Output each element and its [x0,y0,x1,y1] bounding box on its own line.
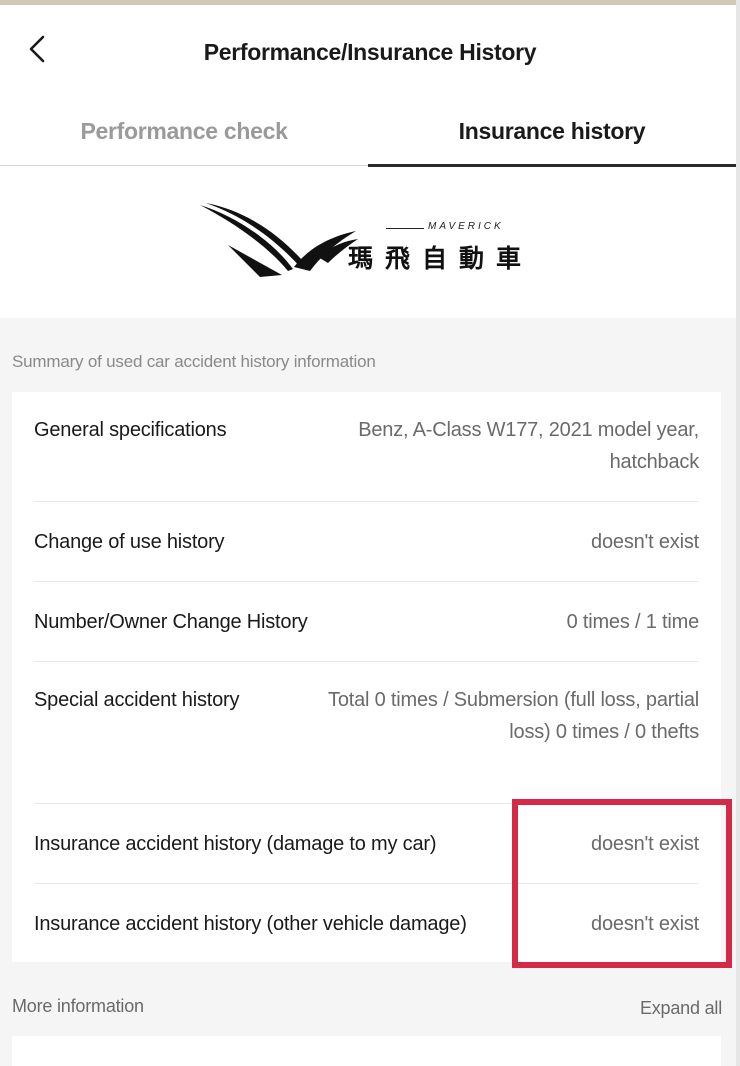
dealer-logo: MAVERICK 瑪飛自動車 [0,166,736,318]
logo-chinese-text: 瑪飛自動車 [348,244,534,273]
row-label: Special accident history [34,689,240,711]
row-label: Number/Owner Change History [34,610,308,633]
row-label: Change of use history [34,530,225,553]
summary-section-label: Summary of used car accident history inf… [12,352,376,371]
summary-row: Special accident history Total 0 times /… [34,662,699,804]
more-information-label: More information [12,996,144,1016]
summary-row: General specifications Benz, A-Class W17… [34,392,699,502]
row-value: 0 times / 1 time [566,610,700,633]
page-title: Performance/Insurance History [203,39,537,65]
row-label: Insurance accident history (other vehicl… [34,913,467,935]
row-value: doesn't exist [591,530,699,553]
row-value: Total 0 times / Submersion (full loss, p… [328,689,699,743]
logo: MAVERICK 瑪飛自動車 [198,187,538,297]
summary-row: Number/Owner Change History 0 times / 1 … [34,582,699,662]
maverick-bird-logo-icon [200,203,358,277]
header: Performance/Insurance History [0,5,736,97]
logo-english-text: MAVERICK [428,221,504,232]
scrollbar-track[interactable] [736,0,740,1066]
tab-performance-check[interactable]: Performance check [0,97,368,165]
summary-row: Change of use history doesn't exist [34,502,699,582]
expand-all-button[interactable]: Expand all [640,998,722,1019]
tab-bar: Performance check Insurance history [0,97,736,167]
row-label: General specifications [34,419,227,441]
tab-insurance-history[interactable]: Insurance history [368,97,736,167]
more-information-card [12,1036,721,1066]
row-label: Insurance accident history (damage to my… [34,832,437,855]
row-value: Benz, A-Class W177, 2021 model year, hat… [358,419,699,473]
highlight-box [512,799,732,968]
logo-divider [386,228,424,229]
